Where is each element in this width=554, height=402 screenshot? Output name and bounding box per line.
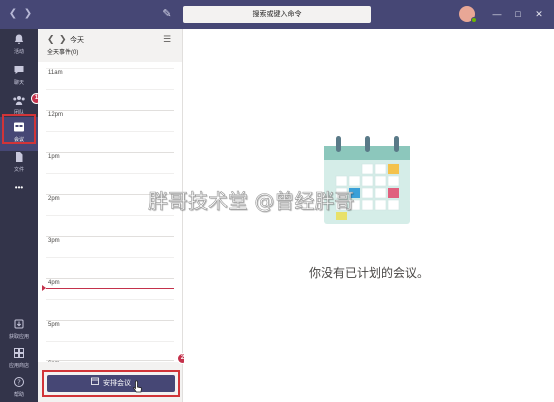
hour-label: 4pm (48, 280, 60, 286)
close-icon[interactable]: ✕ (532, 7, 546, 21)
half-hour-line (46, 299, 174, 300)
current-time-marker (42, 285, 46, 291)
hour-line (46, 110, 174, 111)
hour-label: 12pm (48, 112, 64, 118)
download-icon (12, 318, 26, 332)
chat-icon (12, 64, 26, 78)
all-day-events-label: 全天事件(0) (47, 50, 79, 56)
rail-item-label: 聊天 (13, 80, 24, 86)
half-hour-line (46, 257, 174, 258)
search-input[interactable]: 搜索或键入命令 (183, 6, 371, 23)
hour-line (46, 360, 174, 361)
half-hour-line (46, 341, 174, 342)
hour-label: 1pm (48, 154, 60, 160)
rail-item-more[interactable]: ••• (0, 177, 38, 197)
compose-icon[interactable]: ✎ (160, 7, 174, 21)
bell-icon (12, 33, 26, 47)
teams-icon (12, 94, 26, 108)
forward-arrow-icon[interactable]: ❯ (22, 8, 34, 20)
annotation-highlight-meetings (2, 114, 36, 144)
hour-label: 5pm (48, 322, 60, 328)
rail-item-files[interactable]: 文件 (0, 147, 38, 181)
schedule-meeting-button[interactable]: 安排会议 (47, 375, 175, 392)
current-time-line (46, 288, 174, 289)
rail-item-label: 应用商店 (8, 363, 29, 369)
hour-line (46, 152, 174, 153)
half-hour-line (46, 215, 174, 216)
hour-label: 2pm (48, 196, 60, 202)
hour-line (46, 236, 174, 237)
calendar-header: ❮ ❯ 今天 ☰ 全天事件(0) (38, 29, 182, 59)
half-hour-line (46, 173, 174, 174)
half-hour-line (46, 68, 174, 69)
hour-label: 11am (48, 70, 63, 76)
list-view-icon[interactable]: ☰ (163, 34, 173, 44)
hour-label: 6pm (48, 361, 60, 362)
annotation-highlight-schedule: 安排会议 (42, 370, 180, 397)
schedule-meeting-label: 安排会议 (103, 380, 131, 387)
rail-item-activity[interactable]: 活动 (0, 29, 38, 63)
half-hour-line (46, 89, 174, 90)
empty-state-message: 你没有已计划的会议。 (308, 266, 429, 280)
calendar-add-icon (91, 375, 99, 392)
app-rail: 活动 聊天 团队 会议 文件 ••• 获取应用 应用商店 ? 帮助 1 (0, 29, 42, 402)
maximize-icon[interactable]: □ (511, 7, 525, 21)
today-button[interactable]: 今天 (70, 35, 84, 45)
rail-item-label: 活动 (13, 49, 24, 55)
chevron-right-icon[interactable]: ❯ (59, 34, 68, 44)
chevron-left-icon[interactable]: ❮ (47, 34, 56, 44)
title-bar: ❮ ❯ ✎ 搜索或键入命令 — □ ✕ (0, 0, 554, 29)
more-icon: ••• (14, 183, 24, 192)
half-hour-line (46, 131, 174, 132)
watermark-text: 胖哥技术堂 @曾经胖哥 (148, 189, 355, 214)
help-icon: ? (12, 376, 26, 390)
rail-item-label: 文件 (13, 167, 24, 173)
back-arrow-icon[interactable]: ❮ (7, 8, 19, 20)
mouse-cursor-icon (133, 380, 143, 394)
file-icon (12, 151, 26, 165)
rail-item-chat[interactable]: 聊天 (0, 60, 38, 94)
calendar-panel: ❮ ❯ 今天 ☰ 全天事件(0) 11am 12pm 1pm 2pm 3pm 4… (38, 29, 188, 402)
rail-item-label: 帮助 (13, 392, 24, 398)
hour-label: 3pm (48, 238, 60, 244)
presence-status-icon (471, 17, 477, 23)
hour-line (46, 320, 174, 321)
rail-item-label: 获取应用 (8, 334, 29, 340)
minimize-icon[interactable]: — (490, 7, 504, 21)
svg-text:?: ? (17, 378, 21, 386)
rail-item-help[interactable]: ? 帮助 (0, 372, 38, 402)
store-icon (12, 347, 26, 361)
hour-line (46, 278, 174, 279)
